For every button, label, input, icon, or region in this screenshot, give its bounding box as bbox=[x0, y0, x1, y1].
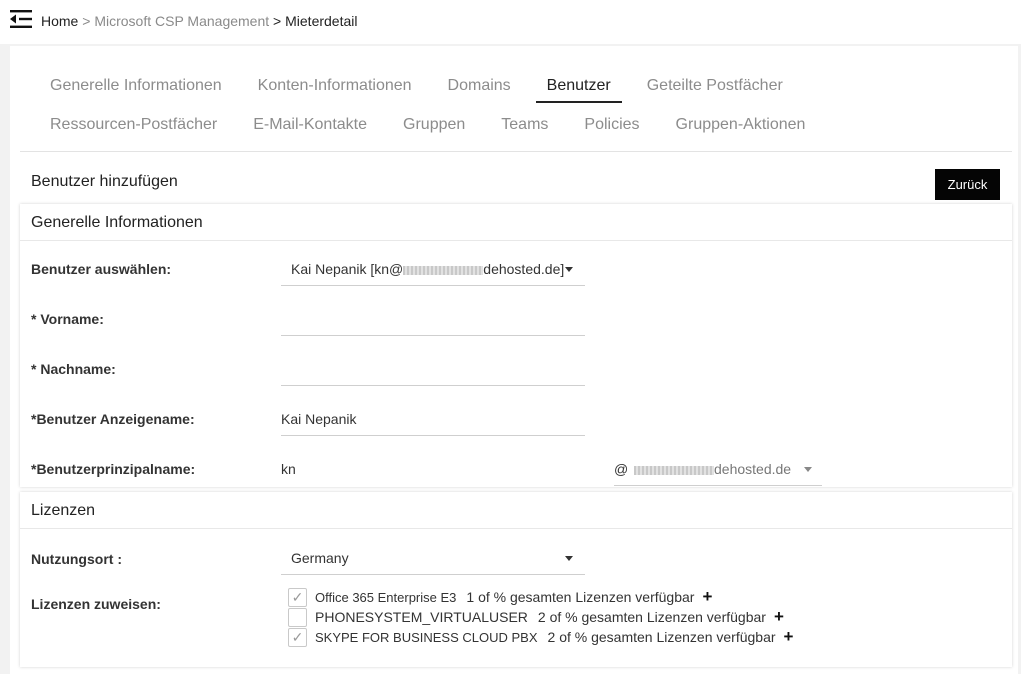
tabs-divider bbox=[20, 151, 1012, 152]
first-name-label: * Vorname: bbox=[31, 311, 104, 327]
assign-licenses-label: Lizenzen zuweisen: bbox=[31, 596, 161, 612]
back-button[interactable]: Zurück bbox=[935, 169, 1000, 200]
license-item: ✓ SKYPE FOR BUSINESS CLOUD PBX 2 of % ge… bbox=[288, 627, 793, 647]
tab-benutzer[interactable]: Benutzer bbox=[535, 73, 622, 103]
upn-domain-dropdown[interactable]: @ dehosted.de bbox=[614, 454, 822, 486]
last-name-field[interactable] bbox=[281, 354, 585, 386]
display-name-field[interactable]: Kai Nepanik bbox=[281, 404, 585, 436]
licenses-panel: Lizenzen Nutzungsort : Germany Lizenzen … bbox=[20, 492, 1012, 667]
select-user-suffix: dehosted.de] bbox=[483, 261, 565, 277]
select-user-dropdown[interactable]: Kai Nepanik [kn@ dehosted.de] bbox=[281, 254, 585, 286]
tab-konten-informationen[interactable]: Konten-Informationen bbox=[247, 73, 423, 103]
breadcrumb-separator: > bbox=[273, 13, 282, 29]
license-availability: 2 of % gesamten Lizenzen verfügbar bbox=[537, 609, 766, 625]
tab-domains[interactable]: Domains bbox=[437, 73, 522, 103]
breadcrumb-separator: > bbox=[82, 13, 91, 29]
first-name-field[interactable] bbox=[281, 304, 585, 336]
top-bar: Home > Microsoft CSP Management > Mieter… bbox=[0, 0, 1021, 44]
breadcrumb: Home > Microsoft CSP Management > Mieter… bbox=[41, 13, 358, 29]
last-name-label: * Nachname: bbox=[31, 361, 116, 377]
license-checkbox-office365-e3[interactable]: ✓ bbox=[288, 587, 307, 607]
chevron-down-icon bbox=[804, 467, 812, 472]
tabs-row-2: Ressourcen-Postfächer E-Mail-Kontakte Gr… bbox=[39, 112, 816, 142]
plus-icon[interactable]: + bbox=[702, 588, 712, 605]
general-info-panel: Generelle Informationen Benutzer auswähl… bbox=[20, 204, 1012, 487]
license-name: SKYPE FOR BUSINESS CLOUD PBX bbox=[315, 629, 538, 645]
usage-location-label: Nutzungsort : bbox=[31, 551, 122, 567]
license-item: PHONESYSTEM_VIRTUALUSER 2 of % gesamten … bbox=[288, 607, 784, 627]
usage-location-dropdown[interactable]: Germany bbox=[281, 543, 585, 575]
tab-email-kontakte[interactable]: E-Mail-Kontakte bbox=[242, 112, 378, 142]
license-checkbox-phonesystem[interactable] bbox=[288, 607, 307, 627]
tab-gruppen[interactable]: Gruppen bbox=[392, 112, 476, 142]
upn-at-sign: @ bbox=[614, 461, 629, 477]
page-section-title: Benutzer hinzufügen bbox=[31, 173, 178, 190]
check-icon: ✓ bbox=[291, 628, 304, 645]
upn-value: kn bbox=[281, 461, 296, 477]
license-checkbox-skype-cloud-pbx[interactable]: ✓ bbox=[288, 627, 307, 647]
tab-gruppen-aktionen[interactable]: Gruppen-Aktionen bbox=[665, 112, 817, 142]
license-name: Office 365 Enterprise E3 bbox=[315, 589, 457, 605]
breadcrumb-home[interactable]: Home bbox=[41, 13, 78, 29]
license-availability: 2 of % gesamten Lizenzen verfügbar bbox=[547, 629, 776, 645]
select-user-value: Kai Nepanik [kn@ dehosted.de] bbox=[291, 254, 564, 284]
license-name: PHONESYSTEM_VIRTUALUSER bbox=[315, 609, 528, 625]
licenses-title: Lizenzen bbox=[20, 492, 1012, 529]
chevron-down-icon bbox=[565, 267, 573, 272]
upn-domain-suffix: dehosted.de bbox=[714, 461, 792, 477]
upn-field[interactable]: kn bbox=[281, 454, 585, 486]
tab-ressourcen-postfaecher[interactable]: Ressourcen-Postfächer bbox=[39, 112, 228, 142]
display-name-label: *Benutzer Anzeigename: bbox=[31, 411, 195, 427]
tabs-row-1: Generelle Informationen Konten-Informati… bbox=[39, 73, 794, 103]
license-availability: 1 of % gesamten Lizenzen verfügbar bbox=[466, 589, 695, 605]
breadcrumb-csp-management[interactable]: Microsoft CSP Management bbox=[94, 13, 269, 29]
tab-geteilte-postfaecher[interactable]: Geteilte Postfächer bbox=[636, 73, 794, 103]
select-user-label: Benutzer auswählen: bbox=[31, 261, 172, 277]
upn-label: *Benutzerprinzipalname: bbox=[31, 461, 196, 477]
upn-domain-value: dehosted.de bbox=[634, 454, 791, 484]
plus-icon[interactable]: + bbox=[774, 608, 784, 625]
tab-teams[interactable]: Teams bbox=[490, 112, 559, 142]
tab-policies[interactable]: Policies bbox=[573, 112, 650, 142]
select-user-prefix: Kai Nepanik [kn@ bbox=[291, 261, 404, 277]
plus-icon[interactable]: + bbox=[784, 628, 794, 645]
breadcrumb-current: Mieterdetail bbox=[285, 13, 358, 29]
menu-collapse-icon[interactable] bbox=[10, 9, 32, 29]
check-icon: ✓ bbox=[291, 588, 304, 605]
general-info-title: Generelle Informationen bbox=[20, 204, 1012, 241]
display-name-value: Kai Nepanik bbox=[281, 411, 357, 427]
license-item: ✓ Office 365 Enterprise E3 1 of % gesamt… bbox=[288, 587, 712, 607]
usage-location-value: Germany bbox=[291, 550, 349, 566]
redacted-block bbox=[634, 465, 714, 475]
redacted-block bbox=[403, 265, 484, 275]
tab-generelle-informationen[interactable]: Generelle Informationen bbox=[39, 73, 233, 103]
chevron-down-icon bbox=[565, 556, 573, 561]
